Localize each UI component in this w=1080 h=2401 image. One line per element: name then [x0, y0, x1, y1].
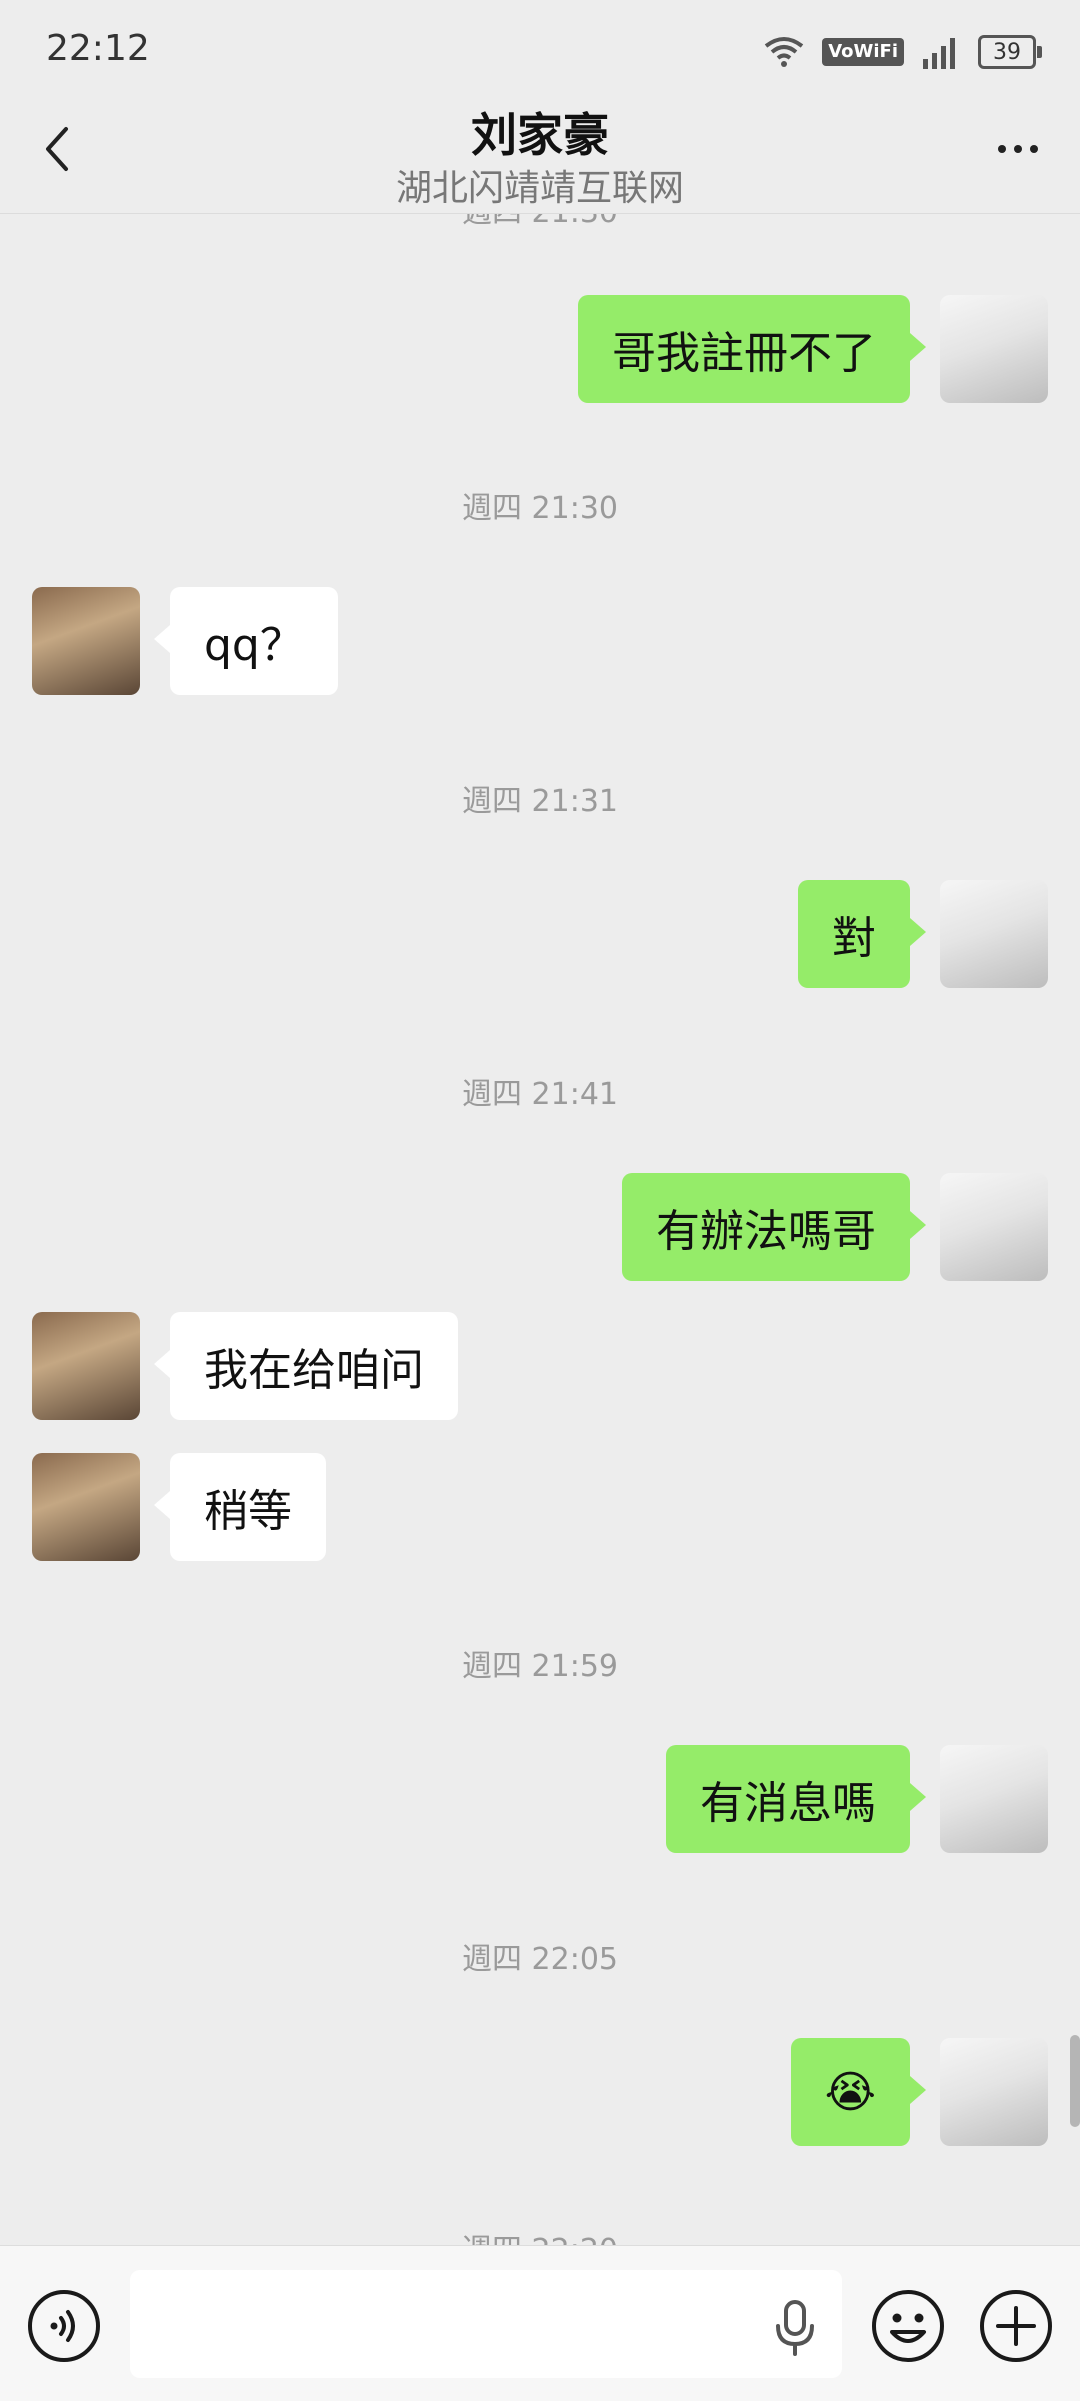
timestamp: 週四 21:41: [462, 1077, 618, 1112]
battery-level: 39: [993, 39, 1021, 65]
contact-avatar[interactable]: [32, 1312, 140, 1420]
message-row: 有辦法嗎哥: [0, 1173, 1080, 1281]
timestamp: 週四 22:20: [0, 2225, 1080, 2245]
message-row: 稍等: [0, 1453, 1080, 1561]
status-icons: VoWiFi 39: [764, 30, 1042, 74]
my-avatar[interactable]: [940, 295, 1048, 403]
more-dots-icon: [998, 145, 1006, 153]
message-row: qq？: [0, 587, 1080, 695]
signal-icon: [923, 38, 955, 69]
message-bubble-sent[interactable]: 😭: [790, 2038, 927, 2146]
message-row: 我在给咱问: [0, 1312, 1080, 1420]
message-row: 對: [0, 880, 1080, 988]
scrollbar-thumb[interactable]: [1070, 2035, 1080, 2127]
message-bubble-received[interactable]: 我在给咱问: [154, 1312, 458, 1420]
emoji-button[interactable]: [870, 2288, 946, 2364]
input-bar: [0, 2245, 1080, 2401]
wifi-icon: [764, 37, 804, 67]
timestamp: 週四 21:30: [0, 213, 1080, 231]
message-input[interactable]: [130, 2270, 842, 2378]
voice-mode-button[interactable]: [26, 2288, 102, 2364]
message-bubble-sent[interactable]: 有辦法嗎哥: [622, 1173, 926, 1281]
microphone-icon: [776, 2300, 814, 2356]
battery-icon: 39: [978, 35, 1042, 69]
message-row: 有消息嗎: [0, 1745, 1080, 1853]
message-row: 😭: [0, 2038, 1080, 2146]
message-bubble-sent[interactable]: 哥我註冊不了: [578, 295, 926, 403]
more-button[interactable]: [986, 119, 1050, 179]
message-bubble-received[interactable]: qq？: [154, 587, 338, 695]
my-avatar[interactable]: [940, 1173, 1048, 1281]
message-bubble-sent[interactable]: 有消息嗎: [666, 1745, 926, 1853]
plus-icon: [980, 2290, 1052, 2362]
message-bubble-sent[interactable]: 對: [798, 880, 926, 988]
message-row: 哥我註冊不了: [0, 295, 1080, 403]
microphone-button[interactable]: [770, 2298, 820, 2356]
my-avatar[interactable]: [940, 2038, 1048, 2146]
timestamp: 週四 21:59: [462, 1649, 618, 1684]
message-bubble-received[interactable]: 稍等: [154, 1453, 326, 1561]
page-subtitle: 湖北闪靖靖互联网: [395, 168, 684, 209]
voice-mode-icon: [28, 2290, 100, 2362]
my-avatar[interactable]: [940, 1745, 1048, 1853]
emoji-icon: [872, 2290, 944, 2362]
my-avatar[interactable]: [940, 880, 1048, 988]
timestamp: 週四 21:30: [462, 491, 618, 526]
contact-avatar[interactable]: [32, 587, 140, 695]
vowifi-badge: VoWiFi: [822, 38, 904, 66]
page-title: 刘家豪: [471, 108, 609, 162]
contact-avatar[interactable]: [32, 1453, 140, 1561]
chat-header: 刘家豪 湖北闪靖靖互联网: [0, 95, 1080, 214]
status-bar: 22:12 VoWiFi 39: [0, 0, 1080, 100]
timestamp: 週四 22:05: [462, 1942, 618, 1977]
timestamp: 週四 21:31: [462, 784, 618, 819]
more-functions-button[interactable]: [978, 2288, 1054, 2364]
status-time: 22:12: [46, 28, 150, 69]
chat-area[interactable]: 週四 21:30 哥我註冊不了 週四 21:30 qq？ 週四 21:31 對 …: [0, 213, 1080, 2245]
